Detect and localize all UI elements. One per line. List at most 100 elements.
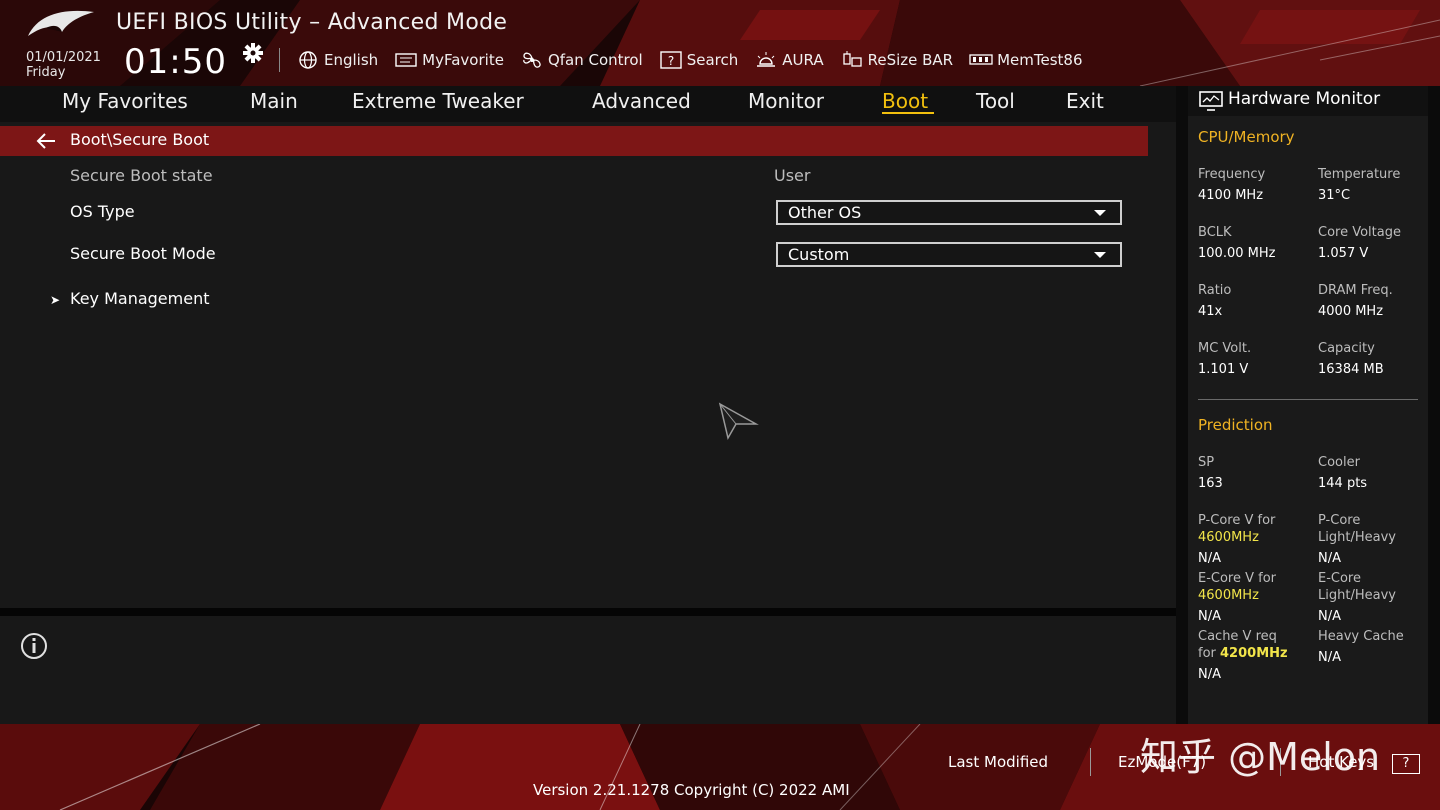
cooler-value: 144 pts xyxy=(1318,476,1368,491)
cache-v-freq: 4200MHz xyxy=(1220,646,1288,661)
ecore-v-value: N/A xyxy=(1198,609,1221,624)
secure-boot-state-label: Secure Boot state xyxy=(70,166,213,185)
bclk-value: 100.00 MHz xyxy=(1198,246,1276,261)
pcore-lh-label-2: Light/Heavy xyxy=(1318,530,1396,545)
cpu-memory-section-title: CPU/Memory xyxy=(1198,128,1295,146)
ecore-v-freq: 4600MHz xyxy=(1198,588,1259,603)
mouse-cursor-icon xyxy=(718,402,759,441)
app-title: UEFI BIOS Utility – Advanced Mode xyxy=(116,10,508,35)
breadcrumb: Boot\Secure Boot xyxy=(70,130,210,149)
pcore-lh-value: N/A xyxy=(1318,551,1341,566)
hw-section-divider xyxy=(1198,399,1418,400)
search-button[interactable]: ? Search xyxy=(659,48,739,72)
frequency-label: Frequency xyxy=(1198,167,1266,182)
fan-icon xyxy=(523,52,541,68)
resize-bar-label: ReSize BAR xyxy=(867,51,954,69)
ratio-value: 41x xyxy=(1198,304,1223,319)
qfan-control-button[interactable]: Qfan Control xyxy=(520,48,643,72)
globe-icon xyxy=(299,51,317,69)
rog-logo xyxy=(28,10,94,36)
info-icon xyxy=(21,633,47,659)
tab-main[interactable]: Main xyxy=(250,88,298,114)
os-type-label: OS Type xyxy=(70,202,135,221)
date-text: 01/01/2021 xyxy=(26,50,101,65)
dram-freq-label: DRAM Freq. xyxy=(1318,283,1393,298)
heavy-cache-label: Heavy Cache xyxy=(1318,629,1404,644)
frequency-value: 4100 MHz xyxy=(1198,188,1264,203)
ecore-lh-label-1: E-Core xyxy=(1318,571,1361,586)
secure-boot-state-value: User xyxy=(774,166,811,185)
ecore-lh-label-2: Light/Heavy xyxy=(1318,588,1396,603)
capacity-value: 16384 MB xyxy=(1318,362,1384,377)
help-panel xyxy=(0,616,1176,724)
aura-icon xyxy=(757,52,776,67)
aura-label: AURA xyxy=(782,51,824,69)
ratio-label: Ratio xyxy=(1198,283,1232,298)
tab-exit[interactable]: Exit xyxy=(1066,88,1104,114)
clock-display: 01:50 xyxy=(124,42,227,82)
heavy-cache-value: N/A xyxy=(1318,650,1341,665)
tab-advanced[interactable]: Advanced xyxy=(592,88,691,114)
version-text: Version 2.21.1278 Copyright (C) 2022 AMI xyxy=(533,781,850,799)
back-arrow-icon[interactable] xyxy=(36,133,56,149)
prediction-section-title: Prediction xyxy=(1198,416,1273,434)
panel-divider xyxy=(0,608,1176,616)
cache-v-prefix: for xyxy=(1198,646,1221,661)
chevron-right-icon: ➤ xyxy=(50,293,61,307)
tab-extreme-tweaker[interactable]: Extreme Tweaker xyxy=(352,88,524,114)
memtest-icon xyxy=(969,54,993,65)
memtest-button[interactable]: MemTest86 xyxy=(969,48,1083,72)
sp-label: SP xyxy=(1198,455,1215,470)
mc-volt-label: MC Volt. xyxy=(1198,341,1252,356)
os-type-value: Other OS xyxy=(788,203,862,222)
active-tab-indicator xyxy=(882,112,934,114)
dram-freq-value: 4000 MHz xyxy=(1318,304,1384,319)
myfavorite-label: MyFavorite xyxy=(422,51,504,69)
tab-monitor[interactable]: Monitor xyxy=(748,88,824,114)
last-modified-button[interactable]: Last Modified xyxy=(948,753,1048,771)
chevron-down-icon xyxy=(1094,252,1106,258)
chevron-down-icon xyxy=(1094,210,1106,216)
hot-keys-key: ? xyxy=(1392,754,1420,774)
aura-button[interactable]: AURA xyxy=(754,48,824,72)
tab-my-favorites[interactable]: My Favorites xyxy=(62,88,188,114)
resize-bar-icon xyxy=(842,51,862,67)
svg-text:?: ? xyxy=(668,54,674,68)
resize-bar-button[interactable]: ReSize BAR xyxy=(840,48,954,72)
tab-boot[interactable]: Boot xyxy=(882,88,928,114)
toolbar-separator xyxy=(279,48,280,72)
pcore-v-label: P-Core V for xyxy=(1198,513,1276,528)
capacity-label: Capacity xyxy=(1318,341,1375,356)
secure-boot-mode-value: Custom xyxy=(788,245,850,264)
mc-volt-value: 1.101 V xyxy=(1198,362,1249,377)
myfavorite-button[interactable]: MyFavorite xyxy=(394,48,504,72)
sp-value: 163 xyxy=(1198,476,1223,491)
core-voltage-label: Core Voltage xyxy=(1318,225,1401,240)
language-button[interactable]: English xyxy=(296,48,378,72)
gear-icon[interactable] xyxy=(240,42,266,68)
day-text: Friday xyxy=(26,65,66,80)
memtest-label: MemTest86 xyxy=(997,51,1083,69)
pcore-lh-label-1: P-Core xyxy=(1318,513,1361,528)
search-icon: ? xyxy=(660,51,682,69)
bclk-label: BCLK xyxy=(1198,225,1232,240)
search-label: Search xyxy=(686,51,739,69)
hardware-monitor-title: Hardware Monitor xyxy=(1228,89,1381,109)
cache-v-label: Cache V req xyxy=(1198,629,1277,644)
top-toolbar: English MyFavorite Qfan Control ? Search… xyxy=(296,48,1083,72)
key-management-item[interactable]: Key Management xyxy=(70,289,210,308)
pcore-v-freq: 4600MHz xyxy=(1198,530,1259,545)
secure-boot-mode-dropdown[interactable]: Custom xyxy=(776,242,1122,267)
tab-tool[interactable]: Tool xyxy=(976,88,1015,114)
footer-separator xyxy=(1090,748,1091,776)
core-voltage-value: 1.057 V xyxy=(1318,246,1369,261)
qfan-label: Qfan Control xyxy=(547,51,643,69)
monitor-icon xyxy=(1199,91,1223,111)
os-type-dropdown[interactable]: Other OS xyxy=(776,200,1122,225)
watermark-text: 知乎 @Melon xyxy=(1140,735,1381,779)
date-display: 01/01/2021 Friday xyxy=(26,50,101,80)
ecore-lh-value: N/A xyxy=(1318,609,1341,624)
cooler-label: Cooler xyxy=(1318,455,1360,470)
settings-panel xyxy=(0,122,1176,608)
language-label: English xyxy=(324,51,379,69)
